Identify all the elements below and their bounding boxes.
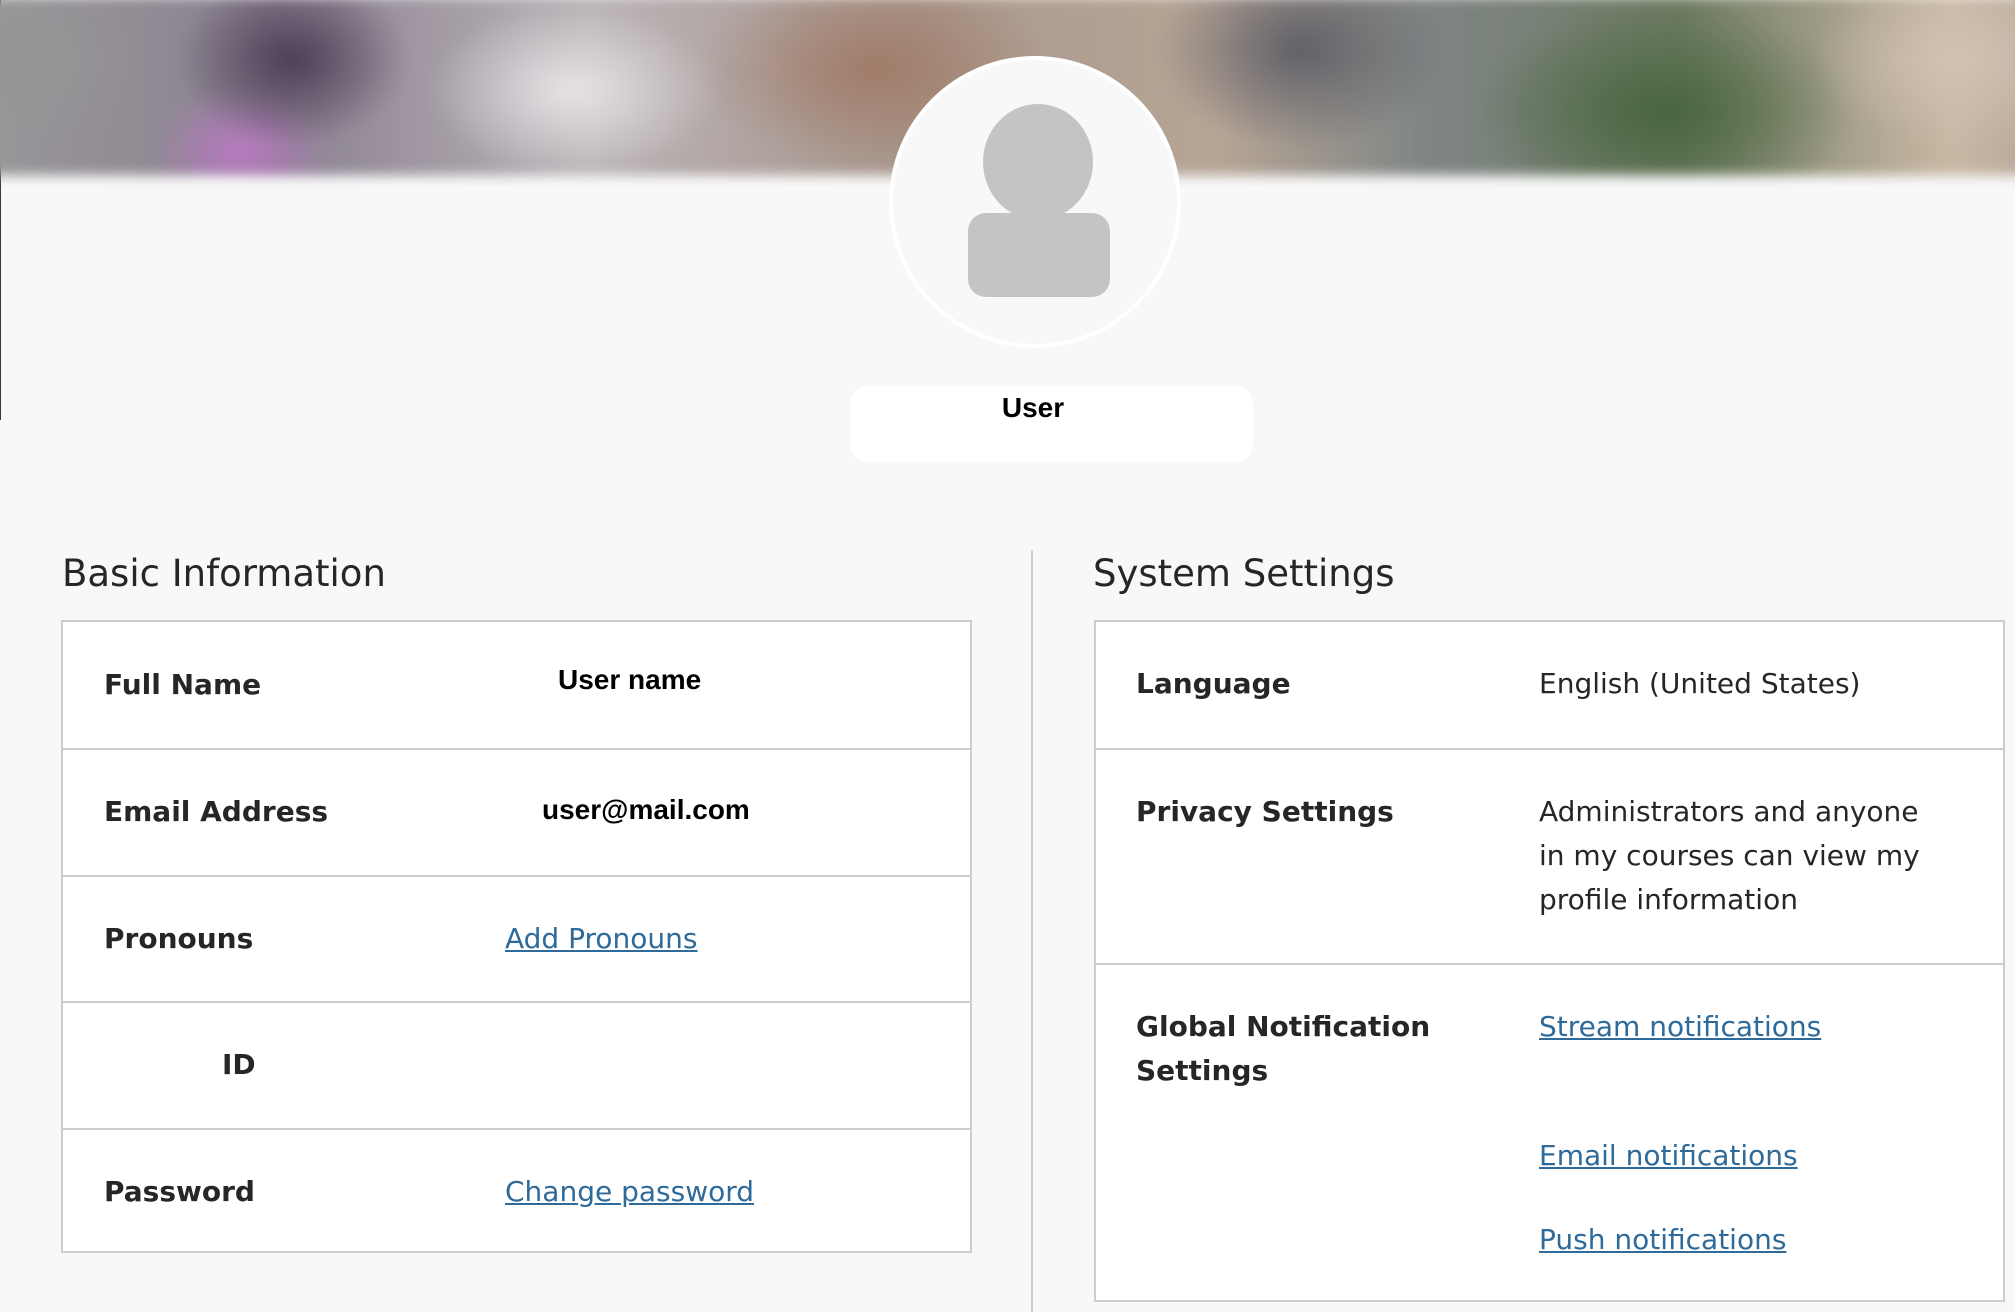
avatar-placeholder-body-icon xyxy=(968,213,1110,297)
password-row: Password Change password xyxy=(63,1128,970,1253)
profile-name-box: User xyxy=(850,386,1253,462)
push-notifications-link[interactable]: Push notifications xyxy=(1539,1218,1786,1262)
basic-information-heading: Basic Information xyxy=(62,552,386,595)
id-row: ID xyxy=(63,1001,970,1128)
pronouns-label: Pronouns xyxy=(104,922,254,955)
stream-notifications-link[interactable]: Stream notifications xyxy=(1539,1005,1821,1049)
language-value: English (United States) xyxy=(1539,667,1861,700)
notification-settings-row: Global Notification Settings Stream noti… xyxy=(1096,963,2003,1302)
system-settings-card: Language English (United States) Privacy… xyxy=(1094,620,2005,1302)
profile-page: User Basic Information Full Name User na… xyxy=(0,0,2015,1312)
email-label: Email Address xyxy=(104,795,329,828)
id-label: ID xyxy=(222,1048,256,1081)
privacy-settings-value-line-3: profile information xyxy=(1539,883,1798,916)
email-value: user@mail.com xyxy=(542,794,750,825)
profile-avatar[interactable] xyxy=(893,60,1177,344)
privacy-settings-label: Privacy Settings xyxy=(1136,795,1394,828)
section-divider xyxy=(1031,550,1033,1312)
privacy-settings-value-line-2: in my courses can view my xyxy=(1539,839,1920,872)
change-password-link[interactable]: Change password xyxy=(505,1170,754,1214)
privacy-settings-value-line-1: Administrators and anyone xyxy=(1539,795,1919,828)
password-label: Password xyxy=(104,1175,255,1208)
notification-settings-label-line-1: Global Notification xyxy=(1136,1010,1431,1043)
email-row: Email Address user@mail.com xyxy=(63,748,970,875)
notification-settings-label-line-2: Settings xyxy=(1136,1054,1269,1087)
basic-information-card: Full Name User name Email Address user@m… xyxy=(61,620,972,1253)
email-notifications-link[interactable]: Email notifications xyxy=(1539,1134,1798,1178)
full-name-row: Full Name User name xyxy=(63,622,970,748)
avatar-placeholder-head-icon xyxy=(983,104,1093,220)
full-name-label: Full Name xyxy=(104,668,262,701)
system-settings-heading: System Settings xyxy=(1093,552,1395,595)
add-pronouns-link[interactable]: Add Pronouns xyxy=(505,917,698,961)
language-label: Language xyxy=(1136,667,1291,700)
language-row: Language English (United States) xyxy=(1096,622,2003,748)
privacy-settings-row: Privacy Settings Administrators and anyo… xyxy=(1096,748,2003,963)
profile-display-name: User xyxy=(1001,392,1065,423)
full-name-value: User name xyxy=(558,664,702,695)
pronouns-row: Pronouns Add Pronouns xyxy=(63,875,970,1001)
